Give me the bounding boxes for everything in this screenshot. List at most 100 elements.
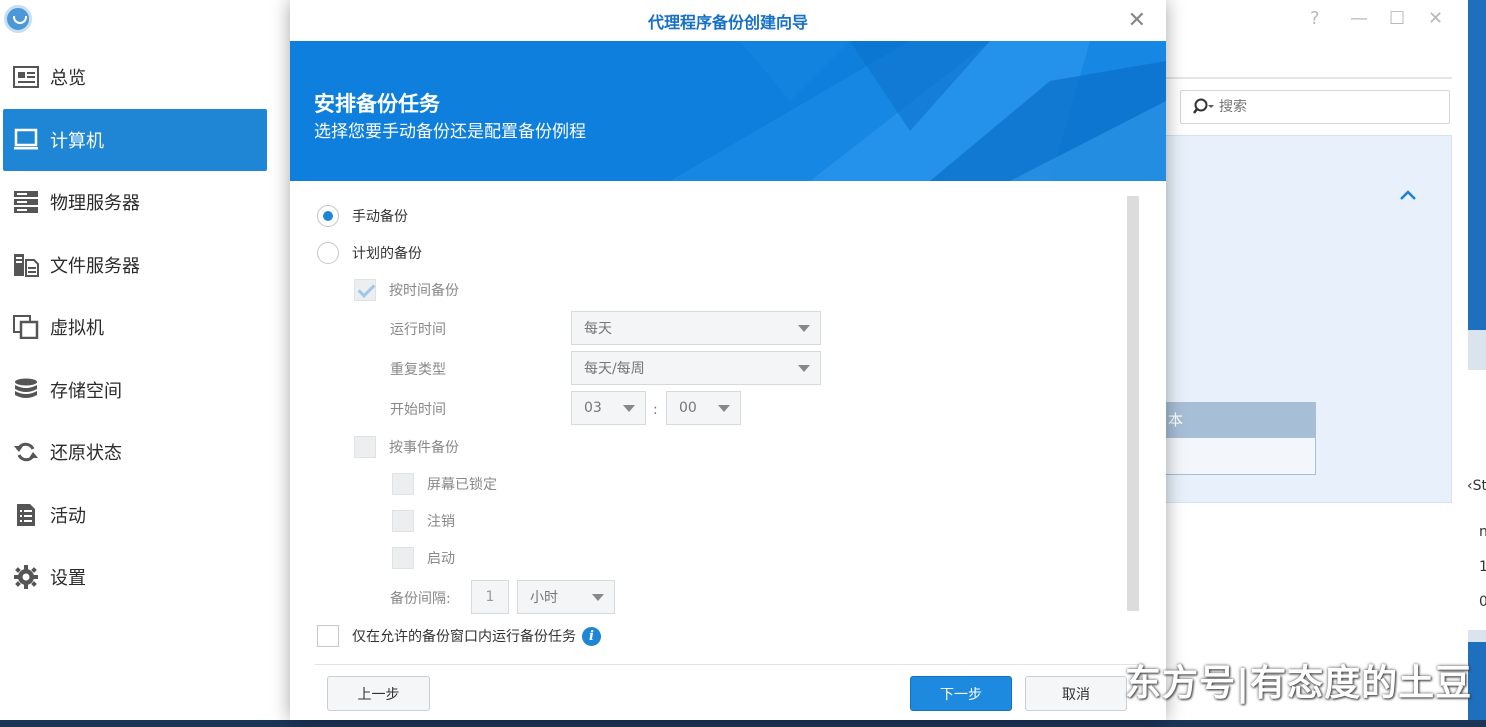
taskbar [0,720,1486,727]
server-icon [12,190,40,214]
search-input[interactable] [1219,99,1419,115]
maximize-button[interactable]: ☐ [1389,8,1405,29]
time-based-backup-option[interactable]: 按时间备份 [354,279,459,301]
interval-input[interactable]: 1 [471,580,509,614]
scheduled-backup-radio[interactable] [317,242,339,264]
backup-wizard-dialog: 代理程序备份创建向导 ✕ 安排备份任务 选择您要手动备份还是配置备份例程 手动备… [290,0,1166,720]
repeat-type-label: 重复类型 [390,362,446,378]
sidebar-item-storage[interactable]: 存储空间 [0,359,270,422]
sidebar-item-label: 设置 [50,568,86,590]
start-minute-value: 00 [679,400,697,416]
sidebar-item-label: 总览 [50,68,86,90]
sidebar-item-computer[interactable]: 计算机 [3,108,267,171]
interval-unit-select[interactable]: 小时 [517,580,615,614]
gear-icon [12,565,40,590]
search-icon [1193,98,1214,114]
edge-text: n [1479,524,1486,540]
run-time-select[interactable]: 每天 [571,311,821,345]
chevron-down-icon [592,594,604,601]
screen-locked-checkbox[interactable] [392,473,414,495]
screen-locked-option[interactable]: 屏幕已锁定 [392,473,497,495]
activity-icon [12,503,40,527]
interval-label: 备份间隔: [390,591,451,607]
logout-option[interactable]: 注销 [392,510,455,532]
search-box[interactable] [1180,90,1450,124]
computer-icon [12,128,40,152]
sidebar-item-label: 虚拟机 [50,318,104,340]
sidebar-item-label: 存储空间 [50,380,122,402]
table-column-header: 本 [1166,402,1316,437]
time-based-label: 按时间备份 [389,283,459,299]
logout-checkbox[interactable] [392,510,414,532]
chevron-down-icon [798,325,810,332]
banner-subtitle: 选择您要手动备份还是配置备份例程 [314,122,586,142]
next-button[interactable]: 下一步 [910,676,1012,711]
event-based-checkbox[interactable] [354,436,376,458]
manual-backup-option[interactable]: 手动备份 [317,205,408,227]
start-time-label: 开始时间 [390,402,446,418]
scheduled-backup-option[interactable]: 计划的备份 [317,242,422,264]
startup-label: 启动 [427,551,455,567]
start-hour-select[interactable]: 03 [571,391,646,425]
restore-icon [12,440,40,464]
sidebar-item-activity[interactable]: 活动 [0,484,270,547]
sidebar: 总览 计算机 物理服务器 文件服务器 虚拟机 存储空间 还原状态 活动 设置 [0,46,270,609]
dialog-titlebar: 代理程序备份创建向导 ✕ [290,0,1166,41]
storage-icon [12,378,40,402]
backup-window-option[interactable]: 仅在允许的备份窗口内运行备份任务 i [317,625,601,647]
sidebar-item-physical-server[interactable]: 物理服务器 [0,171,270,234]
banner-title: 安排备份任务 [314,92,440,116]
dialog-body: 手动备份 计划的备份 按时间备份 运行时间 每天 重复类型 每天/每周 开始时间… [290,181,1166,665]
sidebar-item-label: 计算机 [50,130,104,152]
table-row[interactable] [1166,437,1316,475]
sidebar-item-settings[interactable]: 设置 [0,546,270,609]
event-based-label: 按事件备份 [389,440,459,456]
help-button[interactable]: ? [1310,8,1320,29]
time-based-checkbox[interactable] [354,279,376,301]
scrollbar[interactable] [1127,196,1139,611]
startup-option[interactable]: 启动 [392,547,455,569]
time-separator: : [653,402,658,418]
sidebar-item-overview[interactable]: 总览 [0,46,270,109]
close-window-button[interactable]: ✕ [1428,8,1443,29]
screen-locked-label: 屏幕已锁定 [427,477,497,493]
startup-checkbox[interactable] [392,547,414,569]
manual-backup-label: 手动备份 [352,209,408,225]
sidebar-item-label: 活动 [50,505,86,527]
run-time-value: 每天 [584,321,612,337]
sidebar-item-file-server[interactable]: 文件服务器 [0,234,270,297]
backup-window-label: 仅在允许的备份窗口内运行备份任务 [352,629,576,645]
repeat-type-select[interactable]: 每天/每周 [571,351,821,385]
desktop-background [1468,0,1486,720]
interval-unit-value: 小时 [530,590,558,606]
dialog-banner: 安排备份任务 选择您要手动备份还是配置备份例程 [290,41,1166,181]
footer-divider [315,664,1141,665]
chevron-down-icon [798,365,810,372]
info-icon[interactable]: i [582,626,601,646]
cancel-button[interactable]: 取消 [1025,676,1127,711]
watermark: 东方号|有态度的土豆 [1125,663,1473,704]
logout-label: 注销 [427,514,455,530]
sidebar-item-restore-status[interactable]: 还原状态 [0,421,270,484]
overview-icon [12,65,40,89]
previous-button[interactable]: 上一步 [327,676,430,711]
sidebar-item-label: 还原状态 [50,443,122,465]
edge-text: ‹St [1467,478,1486,494]
chevron-up-icon[interactable] [1398,186,1418,207]
edge-text: 0 [1479,594,1486,610]
scheduled-backup-label: 计划的备份 [352,246,422,262]
backup-window-checkbox[interactable] [317,625,339,647]
chevron-down-icon [718,405,730,412]
event-based-backup-option[interactable]: 按事件备份 [354,436,459,458]
start-hour-value: 03 [584,400,602,416]
chevron-down-icon [623,405,635,412]
edge-text: 1 [1479,559,1486,575]
close-icon[interactable]: ✕ [1128,8,1146,33]
manual-backup-radio[interactable] [317,205,339,227]
sidebar-item-label: 文件服务器 [50,255,140,277]
virtual-machine-icon [12,315,40,340]
minimize-button[interactable]: — [1350,8,1368,29]
sidebar-item-virtual-machine[interactable]: 虚拟机 [0,296,270,359]
repeat-type-value: 每天/每周 [584,361,645,377]
start-minute-select[interactable]: 00 [666,391,741,425]
